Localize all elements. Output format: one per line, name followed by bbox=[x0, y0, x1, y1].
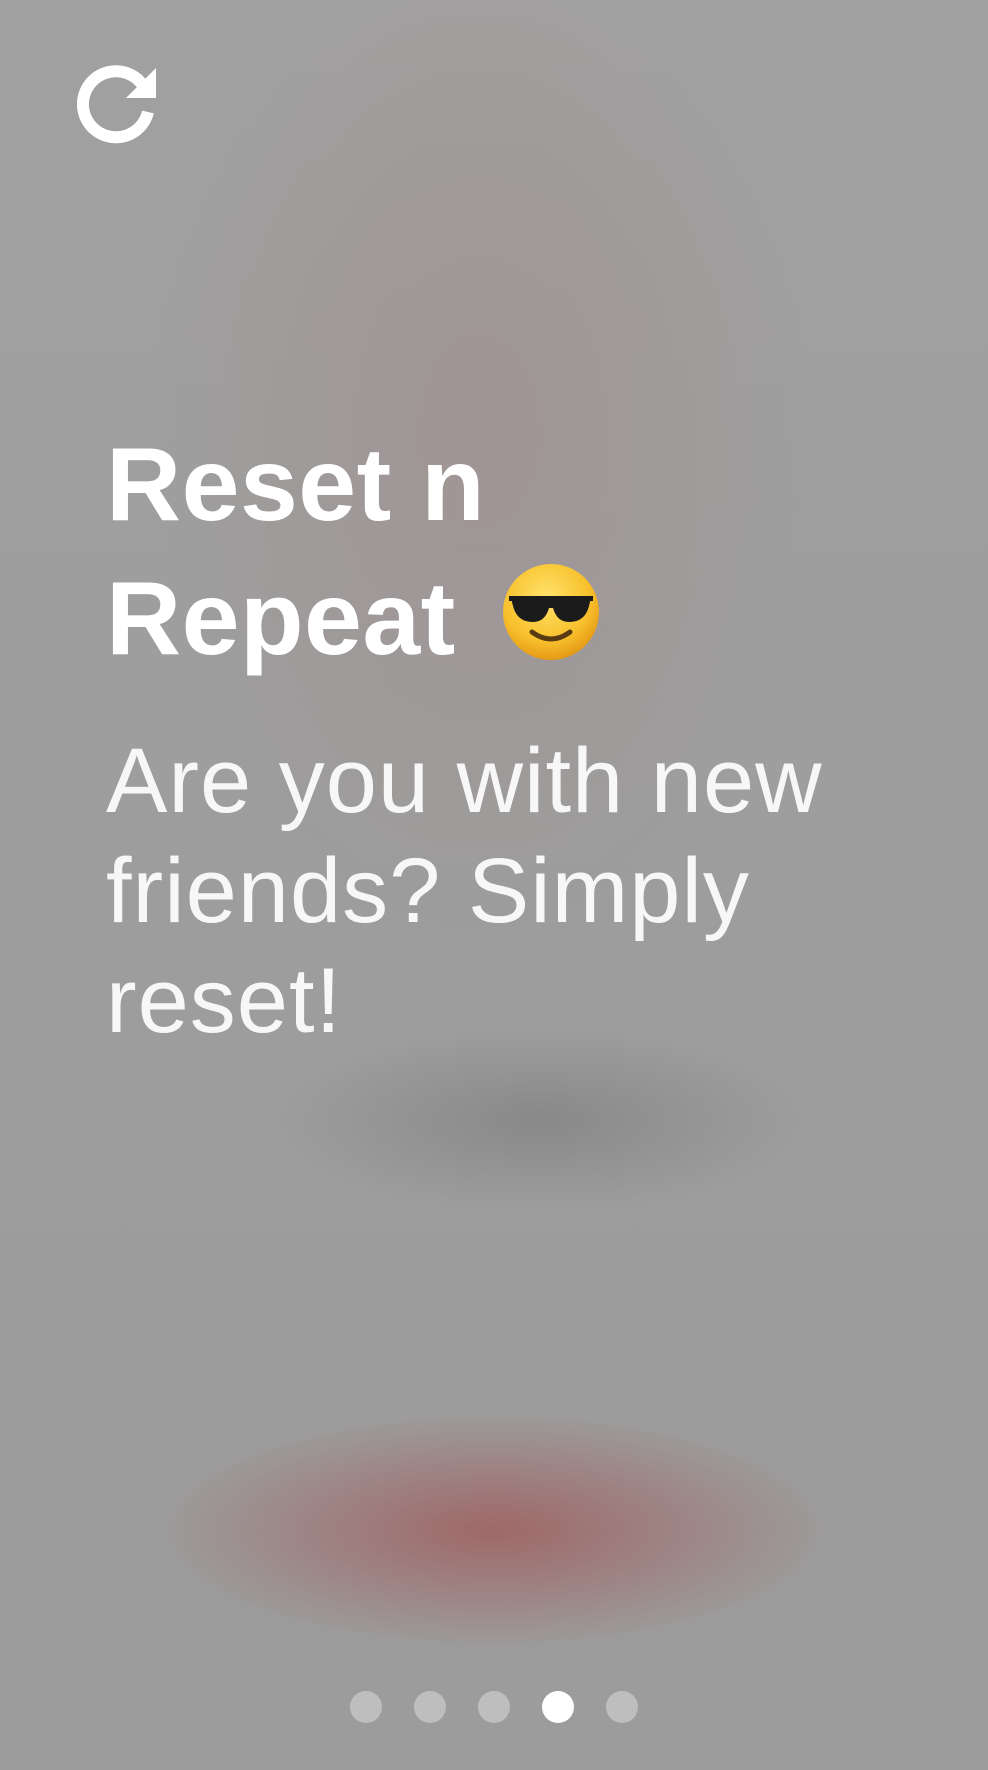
slide-title: Reset n Repeat bbox=[106, 418, 806, 686]
page-dot[interactable] bbox=[478, 1691, 510, 1723]
page-indicator bbox=[0, 1690, 988, 1724]
page-dot-active[interactable] bbox=[542, 1691, 574, 1723]
slide-title-text: Reset n Repeat bbox=[106, 427, 486, 677]
page-dot[interactable] bbox=[606, 1691, 638, 1723]
page-dot[interactable] bbox=[414, 1691, 446, 1723]
page-dot[interactable] bbox=[350, 1691, 382, 1723]
slide-subtitle: Are you with new friends? Simply reset! bbox=[106, 730, 823, 1052]
onboarding-slide: Reset n Repeat Are you with new friends?… bbox=[106, 418, 906, 1056]
smiling-face-with-sunglasses-icon bbox=[499, 560, 603, 664]
reset-button[interactable] bbox=[72, 58, 164, 150]
refresh-icon bbox=[77, 65, 156, 144]
